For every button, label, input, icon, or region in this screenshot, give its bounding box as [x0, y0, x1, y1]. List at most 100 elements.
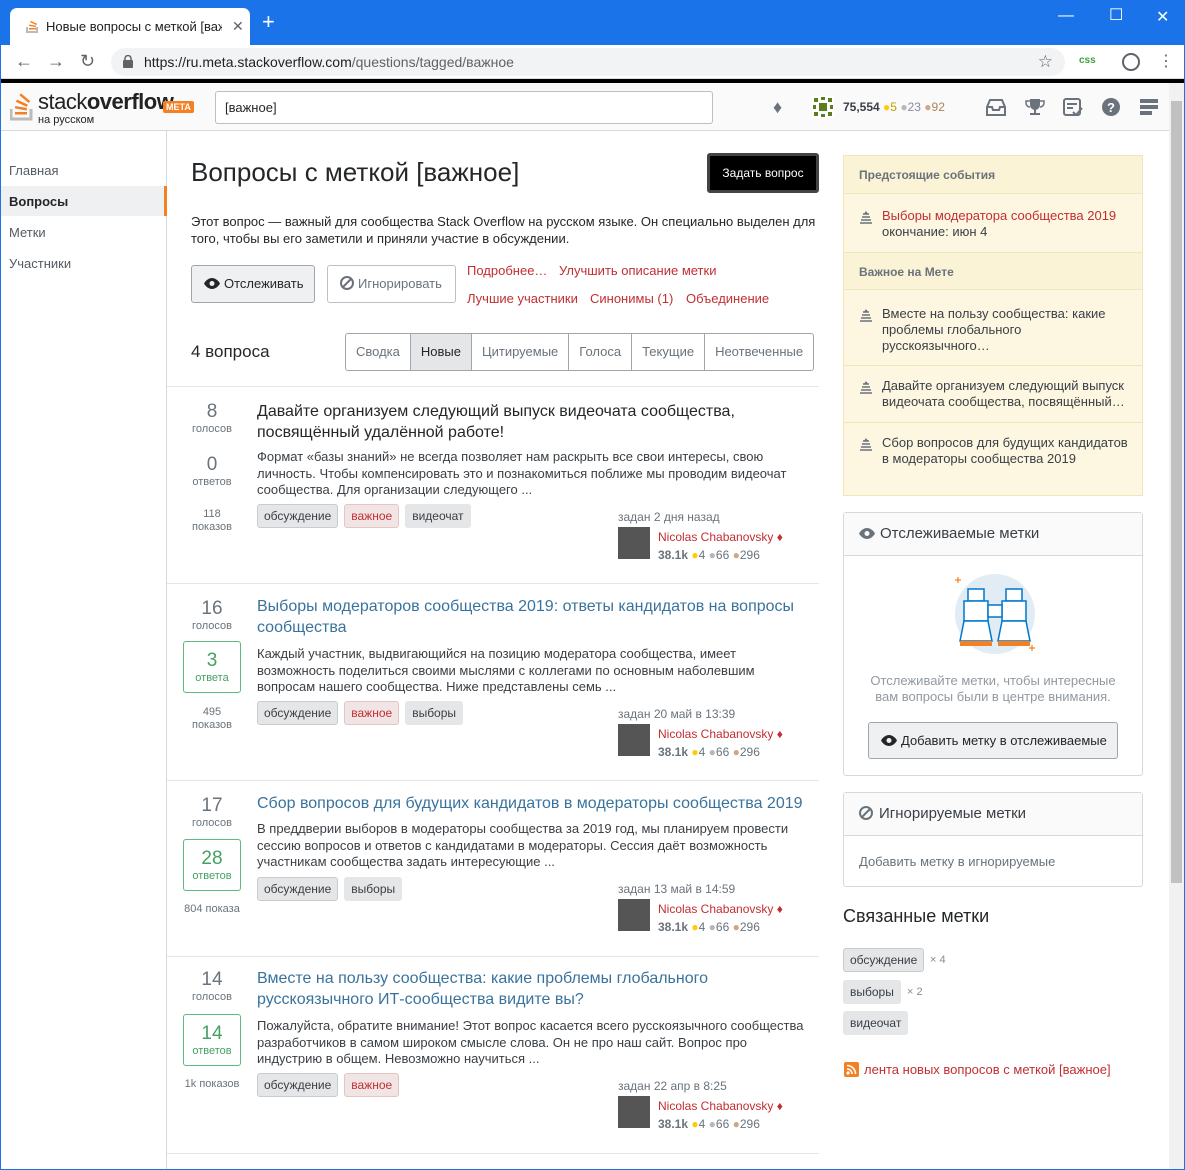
tab-close-icon[interactable]: ✕ — [232, 18, 244, 35]
browser-menu-icon[interactable]: ⋮ — [1158, 51, 1174, 71]
user-name-link[interactable]: Nicolas Chabanovsky ♦ — [658, 902, 783, 916]
question-title-link[interactable]: Вместе на пользу сообщества: какие пробл… — [257, 968, 817, 1010]
tag-discussion[interactable]: обсуждение — [257, 877, 339, 901]
tab-summary[interactable]: Сводка — [346, 334, 411, 370]
minimize-icon[interactable]: — — [1058, 7, 1074, 25]
ignored-tags-title: Игнорируемые метки — [879, 805, 1027, 822]
user-name-link[interactable]: Nicolas Chabanovsky ♦ — [658, 1099, 783, 1113]
bronze-count: 296 — [739, 1117, 760, 1131]
tab-votes[interactable]: Голоса — [569, 334, 633, 370]
nav-item-tags[interactable]: Метки — [1, 217, 167, 247]
ask-question-button[interactable]: Задать вопрос — [707, 153, 819, 193]
question-title-link[interactable]: Выборы модераторов сообщества 2019: отве… — [257, 596, 817, 638]
profile-icon[interactable] — [1122, 53, 1140, 71]
tab-frequent[interactable]: Цитируемые — [472, 334, 570, 370]
nav-item-home[interactable]: Главная — [1, 155, 167, 185]
user-rep-value: 38.1k — [658, 548, 689, 562]
user-avatar[interactable] — [618, 527, 650, 559]
reputation[interactable]: 75,554 ●5 ●23 ●92 — [843, 100, 945, 114]
achievements-trophy-icon[interactable] — [1025, 98, 1045, 116]
tab-active[interactable]: Текущие — [632, 334, 706, 370]
top-users-link[interactable]: Лучшие участники — [467, 291, 578, 306]
help-icon[interactable]: ? — [1102, 98, 1120, 116]
url-field[interactable]: https://ru.meta.stackoverflow.com/questi… — [111, 48, 1065, 76]
asked-time[interactable]: задан 13 май в 14:59 — [618, 882, 735, 896]
user-avatar[interactable] — [618, 724, 650, 756]
divider — [167, 1153, 819, 1154]
view-count: 495 показов — [177, 706, 247, 732]
question-summary: 16 голосов 3 ответа 495 показов Выборы моде… — [167, 584, 819, 780]
add-watched-tag-button[interactable]: Добавить метку в отслеживаемые — [868, 722, 1118, 759]
nav-item-questions[interactable]: Вопросы — [1, 186, 167, 216]
review-queue-icon[interactable] — [1063, 98, 1083, 116]
tab-unanswered[interactable]: Неотвеченные — [705, 334, 813, 370]
user-avatar[interactable] — [618, 899, 650, 931]
scrollbar-thumb[interactable] — [1171, 101, 1182, 883]
bronze-badge-icon: ● — [732, 745, 740, 759]
url-text: https://ru.meta.stackoverflow.com/questi… — [144, 54, 514, 70]
user-name-link[interactable]: Nicolas Chabanovsky ♦ — [658, 530, 783, 544]
asked-time[interactable]: задан 2 дня назад — [618, 510, 720, 524]
watch-tag-button[interactable]: Отслеживать — [191, 265, 315, 303]
ignore-tag-button[interactable]: Игнорировать — [327, 265, 456, 303]
improve-tag-link[interactable]: Улучшить описание метки — [559, 263, 716, 278]
feed-link-text: лента новых вопросов с меткой [важное] — [864, 1062, 1111, 1077]
site-switcher-icon[interactable] — [1140, 99, 1158, 115]
question-title-link[interactable]: Давайте организуем следующий выпуск виде… — [257, 401, 817, 443]
related-tag-videochat[interactable]: видеочат — [843, 1011, 909, 1035]
svg-text:?: ? — [1107, 100, 1115, 115]
window-close-icon[interactable]: ✕ — [1156, 7, 1169, 27]
synonyms-link[interactable]: Синонимы (1) — [590, 291, 673, 306]
bookmark-star-icon[interactable]: ☆ — [1038, 52, 1053, 72]
silver-count: 23 — [907, 100, 921, 114]
event-text: Выборы модератора сообщества 2019 окончан… — [882, 208, 1132, 240]
view-number: 495 — [202, 706, 222, 718]
events-header: Предстоящие события — [844, 156, 1142, 194]
search-input[interactable]: [важное] — [215, 91, 713, 124]
moderator-diamond-icon[interactable]: ♦ — [773, 97, 782, 118]
nav-item-users[interactable]: Участники — [1, 248, 167, 278]
question-title-link[interactable]: Сбор вопросов для будущих кандидатов в м… — [257, 793, 817, 814]
more-info-link[interactable]: Подробнее… — [467, 263, 547, 278]
tag-elections[interactable]: выборы — [344, 877, 403, 901]
forward-arrow-icon[interactable]: → — [47, 51, 65, 72]
view-number: 1k показов — [184, 1078, 240, 1090]
vote-label: голосов — [192, 620, 232, 632]
tab-newest[interactable]: Новые — [410, 334, 472, 370]
asked-time[interactable]: задан 22 апр в 8:25 — [618, 1079, 727, 1093]
site-logo[interactable]: stackoverflow на русском META — [9, 89, 194, 126]
css-extension-icon[interactable]: css — [1079, 55, 1096, 66]
tag-discussion[interactable]: обсуждение — [257, 1073, 339, 1097]
meta-item-link[interactable]: Давайте организуем следующий выпуск виде… — [882, 378, 1132, 410]
asked-time[interactable]: задан 20 май в 13:39 — [618, 707, 735, 721]
tag-discussion[interactable]: обсуждение — [257, 701, 339, 725]
vote-label: голосов — [192, 991, 232, 1003]
meta-item-link[interactable]: Вместе на пользу сообщества: какие пробл… — [882, 306, 1132, 354]
ban-icon — [340, 276, 354, 290]
back-arrow-icon[interactable]: ← — [15, 51, 33, 72]
tag-discussion[interactable]: обсуждение — [257, 504, 339, 528]
browser-tab[interactable]: Новые вопросы с меткой [важ ✕ — [10, 8, 250, 45]
merge-link[interactable]: Объединение — [686, 291, 769, 306]
tag-important[interactable]: важное — [344, 1073, 400, 1097]
new-tab-icon[interactable]: + — [262, 11, 275, 33]
user-avatar[interactable] — [812, 96, 834, 118]
tag-important[interactable]: важное — [344, 701, 400, 725]
maximize-icon[interactable]: ☐ — [1109, 5, 1123, 25]
reload-icon[interactable]: ↻ — [80, 51, 95, 72]
event-title[interactable]: Выборы модератора сообщества 2019 — [882, 208, 1132, 224]
meta-item-link[interactable]: Сбор вопросов для будущих кандидатов в м… — [882, 435, 1132, 467]
related-tag-discussion[interactable]: обсуждение — [843, 948, 925, 972]
inbox-icon[interactable] — [986, 98, 1006, 116]
eye-icon — [204, 278, 220, 289]
tag-elections[interactable]: выборы — [405, 701, 464, 725]
gold-count: 4 — [698, 920, 706, 934]
tag-videochat[interactable]: видеочат — [405, 504, 471, 528]
add-ignored-tag-link[interactable]: Добавить метку в игнорируемые — [859, 854, 1055, 869]
user-name-link[interactable]: Nicolas Chabanovsky ♦ — [658, 727, 783, 741]
tag-feed-link[interactable]: лента новых вопросов с меткой [важное] — [844, 1062, 1111, 1077]
meta-post-icon — [860, 309, 872, 322]
tag-important[interactable]: важное — [344, 504, 400, 528]
related-tag-elections[interactable]: выборы — [843, 980, 901, 1004]
user-avatar[interactable] — [618, 1096, 650, 1128]
